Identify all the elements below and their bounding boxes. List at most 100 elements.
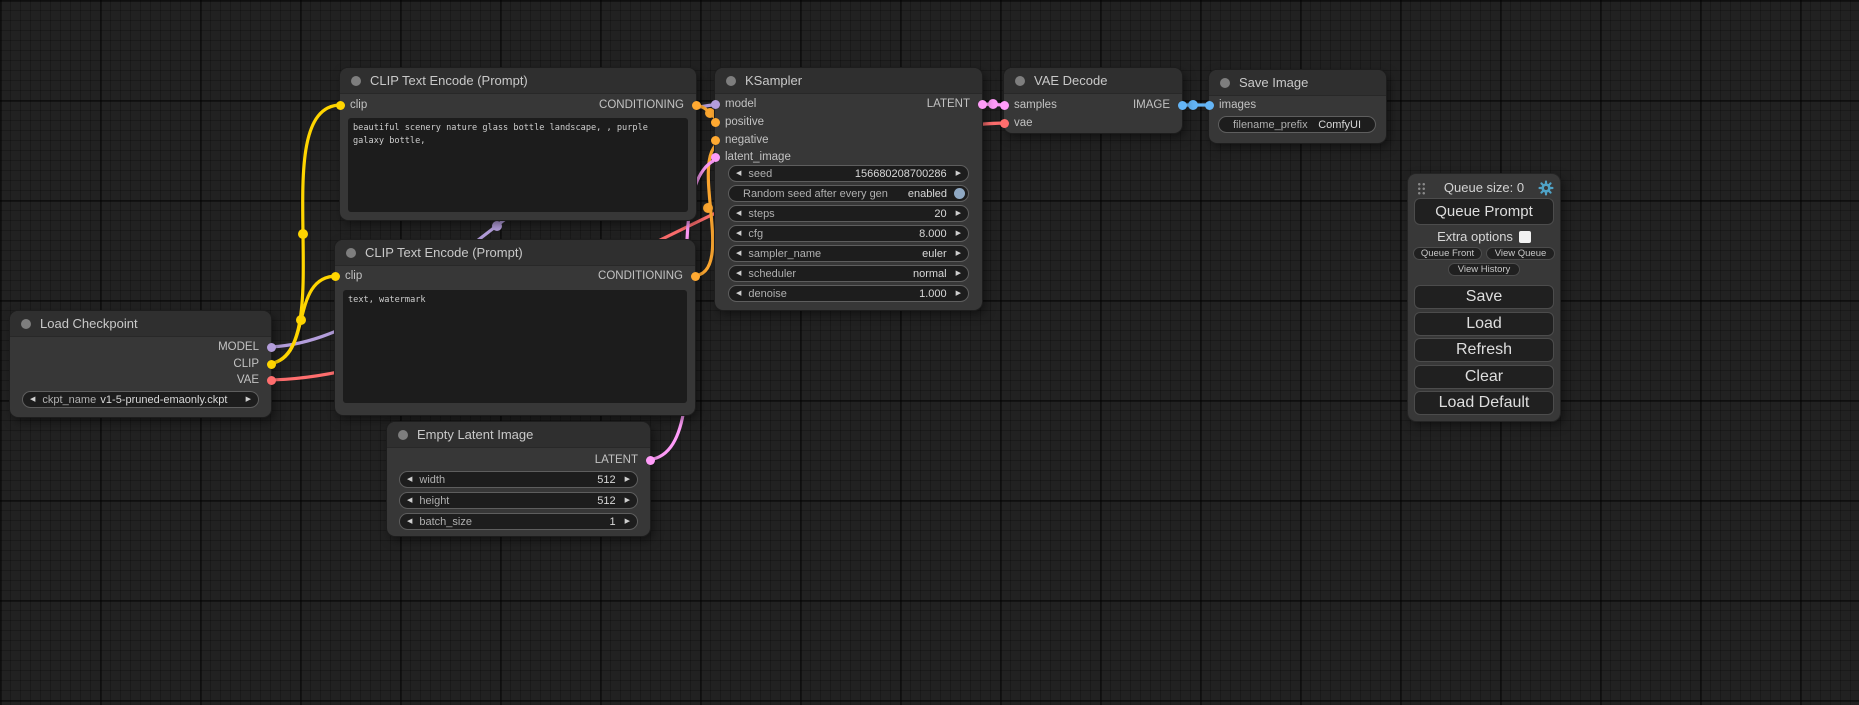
node-ksampler[interactable]: KSampler model LATENT positive negative …	[715, 68, 982, 310]
node-title-bar[interactable]: KSampler	[715, 68, 982, 94]
input-row-images: images	[1209, 97, 1386, 113]
collapse-dot-icon[interactable]	[21, 319, 31, 329]
node-load-checkpoint[interactable]: Load Checkpoint MODEL CLIP VAE ◀ ckpt_na…	[10, 311, 271, 417]
queue-prompt-button[interactable]: Queue Prompt	[1414, 198, 1554, 225]
decrement-arrow-icon[interactable]: ◀	[729, 226, 748, 241]
queue-front-button[interactable]: Queue Front	[1413, 247, 1482, 260]
prompt-textarea[interactable]: text, watermark	[343, 290, 687, 403]
save-button[interactable]: Save	[1414, 285, 1554, 309]
input-port-negative[interactable]	[711, 136, 720, 145]
output-port-latent[interactable]	[646, 456, 655, 465]
output-port-conditioning[interactable]	[691, 272, 700, 281]
toggle-ball-icon[interactable]	[954, 188, 965, 199]
refresh-button[interactable]: Refresh	[1414, 338, 1554, 362]
node-title-bar[interactable]: Empty Latent Image	[387, 422, 650, 448]
increment-arrow-icon[interactable]: ▶	[618, 472, 637, 487]
view-queue-button[interactable]: View Queue	[1486, 247, 1555, 260]
clear-button[interactable]: Clear	[1414, 365, 1554, 389]
decrement-arrow-icon[interactable]: ◀	[400, 514, 419, 529]
height-widget[interactable]: ◀ height 512 ▶	[399, 492, 638, 509]
input-port-latent-image[interactable]	[711, 153, 720, 162]
ckpt-name-widget[interactable]: ◀ ckpt_name v1-5-pruned-emaonly.ckpt ▶	[22, 391, 259, 408]
collapse-dot-icon[interactable]	[726, 76, 736, 86]
input-row-vae: vae	[1004, 115, 1182, 131]
increment-arrow-icon[interactable]: ▶	[949, 206, 968, 221]
output-row-conditioning: CONDITIONING	[335, 268, 695, 284]
decrement-arrow-icon[interactable]: ◀	[400, 472, 419, 487]
link-midpoint-dot	[703, 203, 713, 213]
output-row-latent: LATENT	[715, 96, 982, 112]
input-port-vae[interactable]	[1000, 119, 1009, 128]
collapse-dot-icon[interactable]	[346, 248, 356, 258]
increment-arrow-icon[interactable]: ▶	[239, 392, 258, 407]
collapse-dot-icon[interactable]	[1015, 76, 1025, 86]
batch-size-widget[interactable]: ◀ batch_size 1 ▶	[399, 513, 638, 530]
node-title: Save Image	[1239, 75, 1308, 90]
node-title-bar[interactable]: Load Checkpoint	[10, 311, 271, 337]
link-midpoint-dot	[296, 315, 306, 325]
decrement-arrow-icon[interactable]: ◀	[729, 246, 748, 261]
node-empty-latent-image[interactable]: Empty Latent Image LATENT ◀ width 512 ▶ …	[387, 422, 650, 536]
increment-arrow-icon[interactable]: ▶	[618, 493, 637, 508]
decrement-arrow-icon[interactable]: ◀	[729, 266, 748, 281]
output-port-model[interactable]	[267, 343, 276, 352]
queue-menu-panel[interactable]: Queue size: 0 Queue Prompt Extra options…	[1408, 174, 1560, 421]
output-row-latent: LATENT	[387, 452, 650, 468]
decrement-arrow-icon[interactable]: ◀	[400, 493, 419, 508]
output-row-conditioning: CONDITIONING	[340, 97, 696, 113]
filename-prefix-widget[interactable]: filename_prefix ComfyUI	[1218, 116, 1376, 133]
node-title-bar[interactable]: Save Image	[1209, 70, 1386, 96]
input-row-latent-image: latent_image	[715, 149, 982, 165]
sampler-name-widget[interactable]: ◀ sampler_name euler ▶	[728, 245, 969, 262]
node-title: VAE Decode	[1034, 73, 1107, 88]
input-port-positive[interactable]	[711, 118, 720, 127]
cfg-widget[interactable]: ◀ cfg 8.000 ▶	[728, 225, 969, 242]
decrement-arrow-icon[interactable]: ◀	[23, 392, 42, 407]
node-clip-text-encode-positive[interactable]: CLIP Text Encode (Prompt) clip CONDITION…	[340, 68, 696, 220]
node-clip-text-encode-negative[interactable]: CLIP Text Encode (Prompt) clip CONDITION…	[335, 240, 695, 415]
load-button[interactable]: Load	[1414, 312, 1554, 336]
decrement-arrow-icon[interactable]: ◀	[729, 286, 748, 301]
node-title-bar[interactable]: VAE Decode	[1004, 68, 1182, 94]
width-widget[interactable]: ◀ width 512 ▶	[399, 471, 638, 488]
increment-arrow-icon[interactable]: ▶	[949, 226, 968, 241]
increment-arrow-icon[interactable]: ▶	[949, 286, 968, 301]
prompt-textarea[interactable]: beautiful scenery nature glass bottle la…	[348, 118, 688, 212]
output-port-vae[interactable]	[267, 376, 276, 385]
collapse-dot-icon[interactable]	[351, 76, 361, 86]
node-title-bar[interactable]: CLIP Text Encode (Prompt)	[340, 68, 696, 94]
steps-widget[interactable]: ◀ steps 20 ▶	[728, 205, 969, 222]
increment-arrow-icon[interactable]: ▶	[618, 514, 637, 529]
node-title-bar[interactable]: CLIP Text Encode (Prompt)	[335, 240, 695, 266]
increment-arrow-icon[interactable]: ▶	[949, 266, 968, 281]
output-row-image: IMAGE	[1004, 97, 1182, 113]
input-row-negative: negative	[715, 132, 982, 148]
view-history-button[interactable]: View History	[1448, 263, 1520, 276]
random-seed-toggle-widget[interactable]: Random seed after every gen enabled	[728, 185, 969, 202]
output-port-image[interactable]	[1178, 101, 1187, 110]
scheduler-widget[interactable]: ◀ scheduler normal ▶	[728, 265, 969, 282]
output-row-vae: VAE	[10, 372, 271, 388]
link-midpoint-dot	[492, 221, 502, 231]
increment-arrow-icon[interactable]: ▶	[949, 166, 968, 181]
output-row-model: MODEL	[10, 339, 271, 355]
node-vae-decode[interactable]: VAE Decode samples IMAGE vae	[1004, 68, 1182, 133]
input-row-positive: positive	[715, 114, 982, 130]
node-save-image[interactable]: Save Image images filename_prefix ComfyU…	[1209, 70, 1386, 143]
collapse-dot-icon[interactable]	[398, 430, 408, 440]
load-default-button[interactable]: Load Default	[1414, 391, 1554, 415]
input-port-images[interactable]	[1205, 101, 1214, 110]
node-graph-canvas[interactable]: CLIP Text Encode (Prompt) clip CONDITION…	[0, 0, 1859, 705]
decrement-arrow-icon[interactable]: ◀	[729, 166, 748, 181]
output-port-clip[interactable]	[267, 360, 276, 369]
increment-arrow-icon[interactable]: ▶	[949, 246, 968, 261]
decrement-arrow-icon[interactable]: ◀	[729, 206, 748, 221]
extra-options-checkbox[interactable]	[1519, 231, 1531, 243]
collapse-dot-icon[interactable]	[1220, 78, 1230, 88]
gear-icon[interactable]	[1538, 180, 1554, 196]
output-port-conditioning[interactable]	[692, 101, 701, 110]
denoise-widget[interactable]: ◀ denoise 1.000 ▶	[728, 285, 969, 302]
output-port-latent[interactable]	[978, 100, 987, 109]
seed-widget[interactable]: ◀ seed 156680208700286 ▶	[728, 165, 969, 182]
link-midpoint-dot	[705, 108, 715, 118]
